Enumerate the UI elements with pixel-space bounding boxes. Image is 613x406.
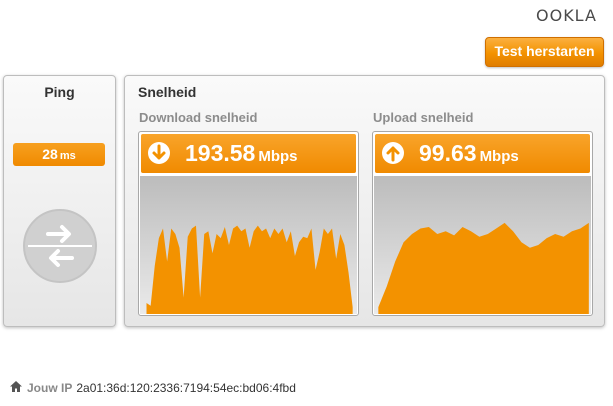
- download-speed-value: 193.58: [185, 140, 256, 166]
- download-arrow-icon: [148, 142, 170, 164]
- download-graph: [140, 176, 357, 314]
- ping-value: 28: [42, 146, 58, 162]
- download-speed-readout: 193.58 Mbps: [185, 140, 298, 170]
- download-graph-fill: [146, 225, 353, 314]
- download-speed-unit: Mbps: [258, 148, 298, 165]
- speed-panel: Snelheid Download snelheid 193.58 Mbps Up…: [124, 75, 605, 327]
- upload-speed-value: 99.63: [419, 140, 477, 166]
- upload-graph-box: 99.63 Mbps: [372, 131, 593, 316]
- ping-title: Ping: [44, 84, 75, 100]
- upload-graph: [374, 176, 591, 314]
- ping-arrows-icon: [22, 208, 98, 284]
- speed-title: Snelheid: [138, 84, 197, 100]
- ookla-logo: OOKLA: [536, 6, 597, 25]
- ping-value-badge: 28 ms: [13, 143, 105, 166]
- upload-arrow-icon: [382, 142, 404, 164]
- download-label: Download snelheid: [139, 110, 258, 125]
- ping-panel: Ping 28 ms: [3, 75, 116, 327]
- ip-label: Jouw IP: [27, 381, 73, 395]
- download-speed-bar: 193.58 Mbps: [141, 134, 356, 173]
- restart-test-button[interactable]: Test herstarten: [485, 37, 604, 67]
- upload-speed-readout: 99.63 Mbps: [419, 140, 519, 170]
- upload-speed-unit: Mbps: [479, 148, 519, 165]
- ip-info: Jouw IP 2a01:36d:120:2336:7194:54ec:bd06…: [9, 380, 296, 396]
- home-icon: [9, 380, 23, 396]
- ip-address: 2a01:36d:120:2336:7194:54ec:bd06:4fbd: [76, 381, 296, 395]
- ping-unit: ms: [59, 150, 76, 162]
- upload-speed-bar: 99.63 Mbps: [375, 134, 590, 173]
- upload-graph-fill: [378, 222, 589, 314]
- upload-label: Upload snelheid: [373, 110, 474, 125]
- download-graph-box: 193.58 Mbps: [138, 131, 359, 316]
